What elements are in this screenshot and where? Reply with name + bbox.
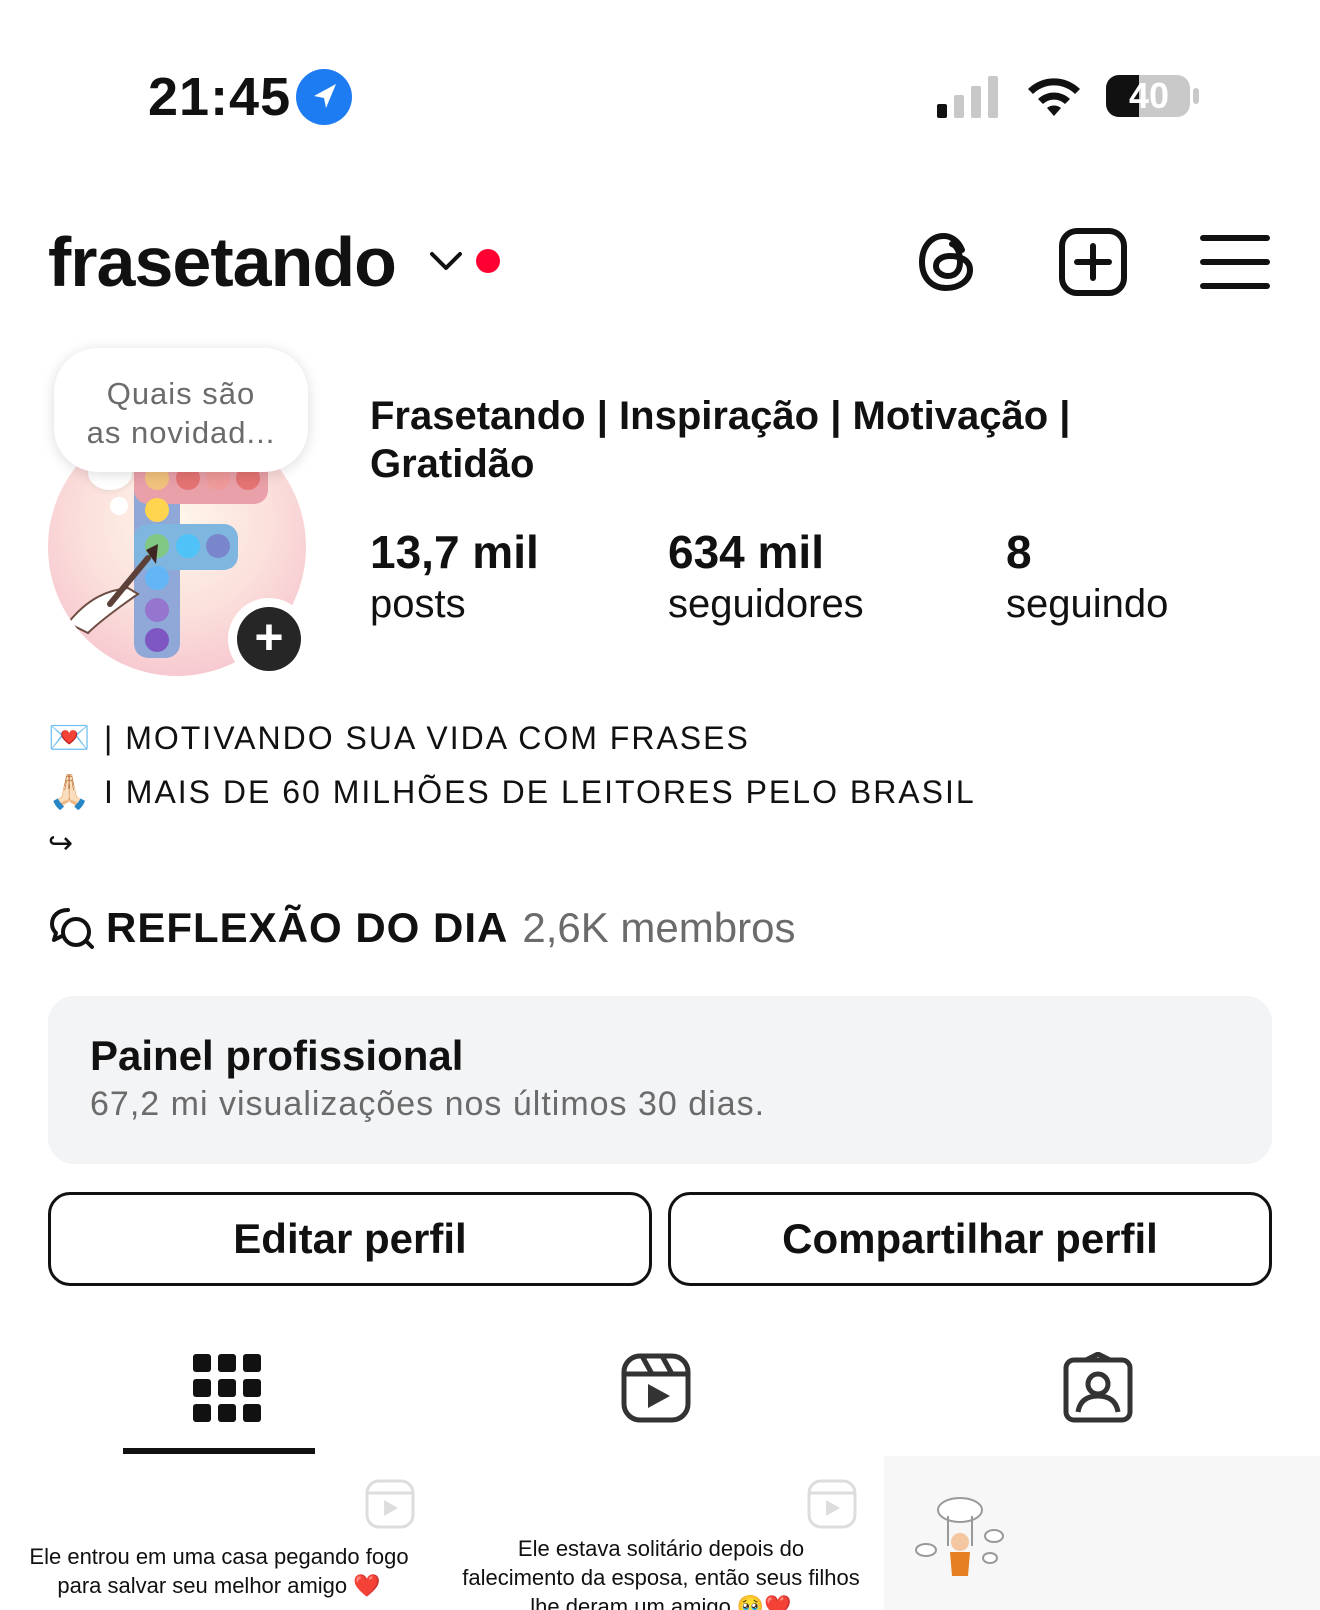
bio-line-1: 💌 | MOTIVANDO SUA VIDA COM FRASES	[48, 718, 750, 758]
profile-full-name: Frasetando | Inspiração | Motivação | Gr…	[370, 394, 1071, 486]
wifi-icon	[1028, 78, 1080, 116]
active-tab-indicator	[123, 1448, 315, 1454]
stat-label: posts	[370, 582, 466, 626]
stat-following[interactable]: 8 seguindo	[1006, 526, 1168, 630]
bio-text: I MAIS DE 60 MILHÕES DE LEITORES PELO BR…	[104, 774, 976, 810]
chevron-down-icon[interactable]	[428, 248, 464, 274]
notification-dot	[476, 249, 500, 273]
stat-value: 8	[1006, 526, 1032, 578]
reel-badge-icon	[807, 1479, 857, 1529]
battery-icon: 40	[1105, 74, 1201, 118]
post-thumbnail[interactable]	[884, 1456, 1320, 1610]
note-text-line1: Quais são	[106, 376, 256, 411]
professional-dashboard[interactable]: Painel profissional 67,2 mi visualizaçõe…	[48, 996, 1272, 1164]
dashboard-subtitle: 67,2 mi visualizações nos últimos 30 dia…	[90, 1085, 766, 1123]
stat-value: 634 mil	[668, 526, 824, 578]
share-profile-button[interactable]: Compartilhar perfil	[668, 1192, 1272, 1286]
account-username[interactable]: frasetando	[48, 222, 397, 302]
post-caption: Ele entrou em uma casa pegando fogo para…	[29, 1544, 409, 1598]
status-bar: 21:45 40	[0, 0, 1320, 200]
tagged-icon[interactable]	[1062, 1352, 1134, 1424]
bio-text: | MOTIVANDO SUA VIDA COM FRASES	[104, 720, 750, 756]
cellular-signal-icon	[937, 76, 998, 118]
bio-line-2: 🙏🏻 I MAIS DE 60 MILHÕES DE LEITORES PELO …	[48, 772, 976, 812]
grid-icon[interactable]	[191, 1352, 263, 1424]
bio-more-arrow[interactable]: ↪	[48, 826, 73, 861]
post-caption: Ele estava solitário depois do falecimen…	[462, 1536, 860, 1610]
add-story-button[interactable]: +	[228, 598, 310, 680]
chat-bubbles-icon	[50, 908, 94, 949]
status-time: 21:45	[148, 67, 292, 127]
stat-label: seguindo	[1006, 582, 1169, 626]
note-text-line2: as novidad...	[86, 415, 276, 450]
new-post-icon[interactable]	[1057, 226, 1129, 298]
menu-icon[interactable]	[1200, 226, 1270, 298]
dashboard-title: Painel profissional	[90, 1032, 464, 1079]
stat-posts[interactable]: 13,7 mil posts	[370, 526, 539, 630]
channel-members: 2,6K membros	[522, 904, 796, 951]
battery-level: 40	[1128, 75, 1170, 116]
stat-label: seguidores	[668, 582, 864, 626]
post-thumbnail[interactable]: Ele entrou em uma casa pegando fogo para…	[0, 1456, 438, 1610]
reel-badge-icon	[365, 1479, 415, 1529]
praying-hands-emoji: 🙏🏻	[48, 773, 91, 811]
stat-value: 13,7 mil	[370, 526, 539, 578]
location-arrow-icon	[296, 69, 352, 125]
edit-profile-button[interactable]: Editar perfil	[48, 1192, 652, 1286]
love-letter-emoji: 💌	[48, 719, 91, 757]
post-thumbnail[interactable]: Ele estava solitário depois do falecimen…	[442, 1456, 880, 1610]
posts-grid: Ele entrou em uma casa pegando fogo para…	[0, 1456, 1320, 1610]
channel-name: REFLEXÃO DO DIA	[106, 904, 509, 951]
threads-icon[interactable]	[912, 226, 984, 298]
plus-icon: +	[237, 607, 301, 671]
reels-icon[interactable]	[620, 1352, 692, 1424]
note-bubble-tail-small	[110, 497, 128, 515]
angel-illustration	[915, 1497, 1004, 1576]
note-bubble[interactable]: Quais são as novidad...	[54, 348, 308, 472]
stat-followers[interactable]: 634 mil seguidores	[668, 526, 864, 630]
broadcast-channel[interactable]: REFLEXÃO DO DIA 2,6K membros	[48, 904, 795, 952]
